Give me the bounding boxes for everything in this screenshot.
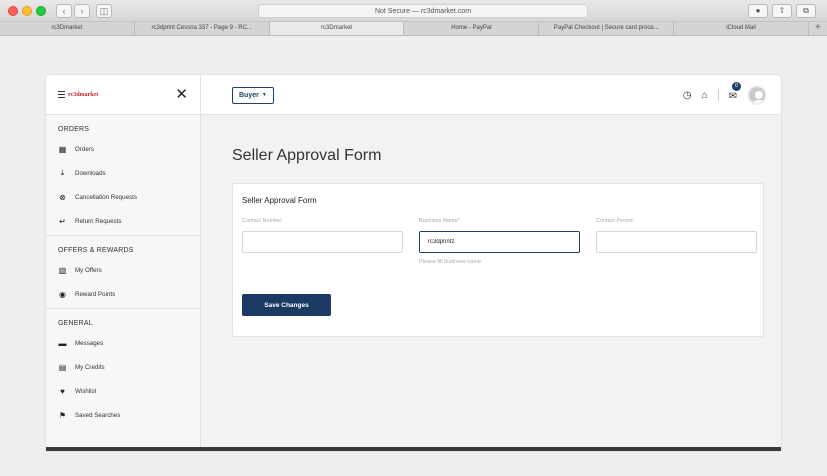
offer-tag-icon: ▧ bbox=[58, 265, 67, 275]
section-title-offers: OFFERS & REWARDS bbox=[58, 247, 134, 254]
heart-icon: ♥ bbox=[60, 386, 65, 396]
caret-down-icon: ▼ bbox=[261, 92, 267, 98]
sidebar-item-my-credits[interactable]: ▤ My Credits bbox=[46, 355, 200, 379]
sidebar-item-reward-points[interactable]: ◉ Reward Points bbox=[46, 282, 200, 306]
address-text: Not Secure — rc3dmarket.com bbox=[374, 8, 472, 15]
sidebar-item-label: Reward Points bbox=[75, 290, 116, 298]
sidebar-item-messages[interactable]: ▬ Messages bbox=[46, 331, 200, 355]
browser-titlebar: ‹ › ◫ Not Secure — rc3dmarket.com ● ⇧ ⧉ bbox=[0, 0, 827, 22]
sidebar-item-label: Orders bbox=[75, 145, 94, 153]
app-window: rc3dmarket ✕ ORDERS ▦ Orders ⤓ Downloads… bbox=[46, 75, 781, 451]
browser-tab[interactable]: PayPal Checkout | Secure card proce... bbox=[539, 22, 675, 35]
business-name-label: Business Name* bbox=[419, 218, 460, 224]
home-icon[interactable]: ⌂ bbox=[702, 90, 708, 101]
role-label: Buyer bbox=[239, 92, 259, 99]
browser-tab[interactable]: iCloud Mail bbox=[674, 22, 809, 35]
close-window-button[interactable] bbox=[8, 6, 18, 16]
contact-number-label: Contact Number bbox=[242, 218, 283, 224]
page-viewport: rc3dmarket ✕ ORDERS ▦ Orders ⤓ Downloads… bbox=[0, 37, 827, 476]
return-arrow-icon: ↵ bbox=[59, 216, 66, 226]
sidebar-item-label: Cancellation Requests bbox=[75, 193, 137, 201]
sidebar-item-label: Saved Searches bbox=[75, 411, 121, 419]
share-icon[interactable]: ⇧ bbox=[772, 4, 792, 18]
back-icon[interactable]: ‹ bbox=[56, 4, 72, 18]
sidebar-item-downloads[interactable]: ⤓ Downloads bbox=[46, 161, 200, 185]
avatar[interactable] bbox=[747, 85, 767, 105]
message-count-badge: 0 bbox=[732, 82, 741, 91]
sidebar-item-label: My Credits bbox=[75, 363, 105, 371]
browser-tab[interactable]: Home - PayPal bbox=[404, 22, 540, 35]
address-bar[interactable]: Not Secure — rc3dmarket.com bbox=[258, 4, 588, 18]
sidebar-item-saved-searches[interactable]: ⚑ Saved Searches bbox=[46, 403, 200, 427]
logo[interactable]: rc3dmarket bbox=[58, 91, 98, 98]
sidebar-header: rc3dmarket ✕ bbox=[46, 75, 200, 115]
page-title: Seller Approval Form bbox=[232, 147, 382, 164]
forward-icon[interactable]: › bbox=[74, 4, 90, 18]
top-icons: ◷ ⌂ ✉ 0 bbox=[683, 82, 767, 105]
tabs-overview-icon[interactable]: ⧉ bbox=[796, 4, 816, 18]
section-title-orders: ORDERS bbox=[58, 126, 90, 133]
window-bottom-bar bbox=[46, 447, 781, 451]
browser-tab[interactable]: rc3dprint Cessna 337 - Page 9 - RC... bbox=[135, 22, 270, 35]
business-name-input[interactable] bbox=[419, 231, 580, 253]
save-changes-button[interactable]: Save Changes bbox=[242, 294, 331, 316]
contact-person-label: Contact Person bbox=[596, 218, 634, 224]
maximize-window-button[interactable] bbox=[36, 6, 46, 16]
sidebar: rc3dmarket ✕ ORDERS ▦ Orders ⤓ Downloads… bbox=[46, 75, 201, 451]
sidebar-item-label: Downloads bbox=[75, 169, 106, 177]
sidebar-item-return-requests[interactable]: ↵ Return Requests bbox=[46, 209, 200, 233]
sidebar-item-my-offers[interactable]: ▧ My Offers bbox=[46, 258, 200, 282]
sidebar-item-wishlist[interactable]: ♥ Wishlist bbox=[46, 379, 200, 403]
cancel-circle-icon: ⊗ bbox=[59, 192, 66, 202]
section-title-general: GENERAL bbox=[58, 320, 93, 327]
main-content: Buyer ▼ ◷ ⌂ ✉ 0 Seller Approval Form Sel… bbox=[201, 75, 781, 451]
sidebar-item-orders[interactable]: ▦ Orders bbox=[46, 137, 200, 161]
sidebar-item-label: Return Requests bbox=[75, 217, 122, 225]
extension-icon[interactable]: ● bbox=[748, 4, 768, 18]
new-tab-icon[interactable]: + bbox=[809, 22, 827, 35]
orders-icon: ▦ bbox=[58, 144, 67, 154]
message-icon: ▬ bbox=[58, 338, 67, 348]
business-name-helper: Please fill business name bbox=[419, 259, 482, 265]
contact-number-input[interactable] bbox=[242, 231, 403, 253]
browser-tab-active[interactable]: rc3Dmarket bbox=[269, 22, 405, 35]
sidebar-item-label: My Offers bbox=[75, 266, 102, 274]
close-icon[interactable]: ✕ bbox=[175, 87, 188, 102]
browser-tab[interactable]: rc3Dmarket bbox=[0, 22, 135, 35]
role-dropdown[interactable]: Buyer ▼ bbox=[232, 87, 274, 104]
tab-strip: rc3Dmarket rc3dprint Cessna 337 - Page 9… bbox=[0, 22, 827, 36]
divider bbox=[717, 89, 719, 101]
credit-card-icon: ▤ bbox=[58, 362, 67, 372]
sidebar-item-label: Messages bbox=[75, 339, 104, 347]
dashboard-gauge-icon[interactable]: ◷ bbox=[683, 90, 692, 101]
medal-icon: ◉ bbox=[59, 289, 66, 299]
envelope-icon: ✉ bbox=[728, 91, 737, 102]
messages-button[interactable]: ✉ 0 bbox=[728, 82, 741, 104]
top-bar: Buyer ▼ ◷ ⌂ ✉ 0 bbox=[201, 75, 781, 115]
download-icon: ⤓ bbox=[60, 168, 65, 177]
logo-mark-icon bbox=[58, 91, 65, 98]
minimize-window-button[interactable] bbox=[22, 6, 32, 16]
sidebar-toggle-icon[interactable]: ◫ bbox=[96, 4, 112, 18]
logo-text: rc3dmarket bbox=[68, 91, 99, 98]
sidebar-item-label: Wishlist bbox=[75, 387, 97, 395]
bookmark-icon: ⚑ bbox=[58, 410, 67, 420]
seller-approval-card: Seller Approval Form Contact Number Busi… bbox=[232, 183, 764, 337]
sidebar-item-cancellation-requests[interactable]: ⊗ Cancellation Requests bbox=[46, 185, 200, 209]
card-title: Seller Approval Form bbox=[242, 196, 317, 205]
contact-person-input[interactable] bbox=[596, 231, 757, 253]
